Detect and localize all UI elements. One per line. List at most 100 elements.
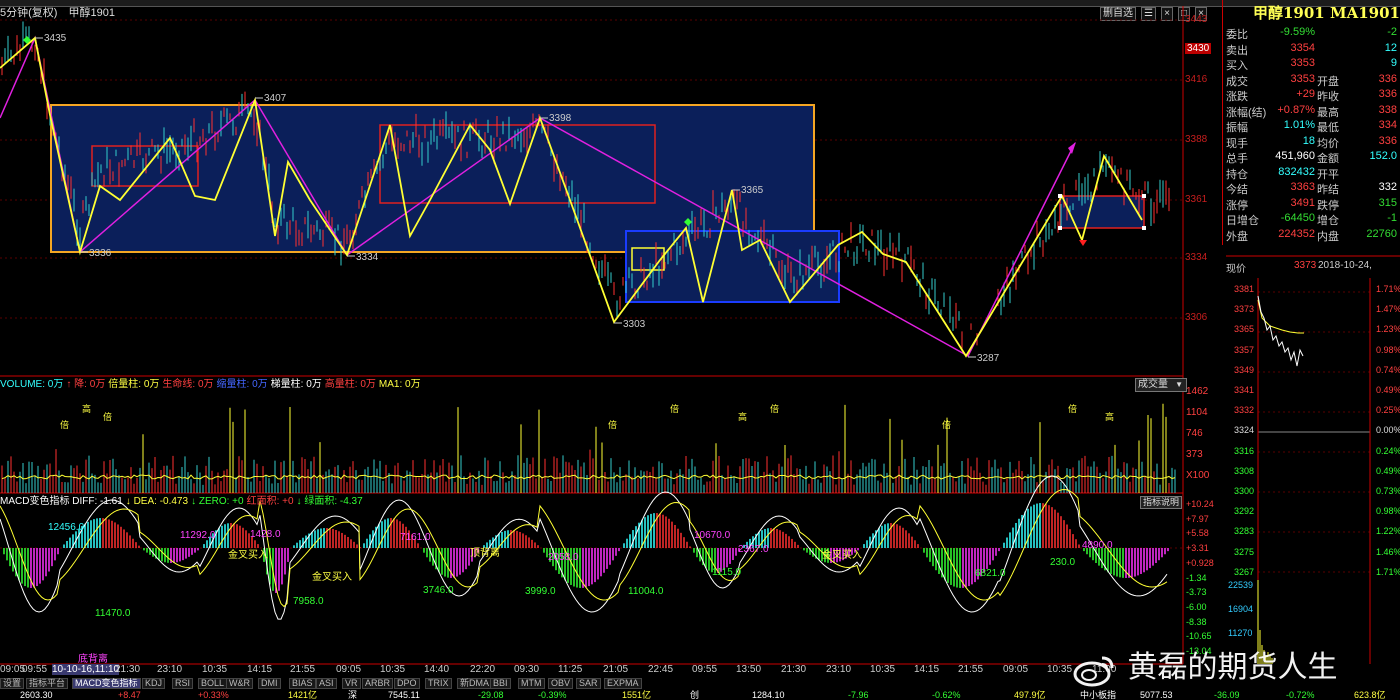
quote-value: 3353 bbox=[1290, 57, 1315, 69]
quote-label: 外盘 bbox=[1226, 230, 1248, 243]
time-tick: 21:55 bbox=[290, 664, 316, 675]
macd-label: 11470.0 bbox=[95, 608, 131, 619]
mini-percent-tick: 0.49% bbox=[1376, 465, 1400, 476]
volume-legend-item: ↑ 降: 0万 bbox=[66, 379, 106, 390]
tab-16[interactable]: MTM bbox=[518, 678, 545, 689]
current-price-value: 3373 bbox=[1294, 260, 1317, 271]
macd-tick: +0.928 bbox=[1186, 557, 1214, 568]
quote-label-2: 开盘 bbox=[1317, 75, 1339, 88]
tab-0[interactable]: 设置 bbox=[0, 678, 25, 689]
tab-17[interactable]: OBV bbox=[548, 678, 574, 689]
volume-legend-item: VOLUME: 0万 bbox=[0, 379, 64, 390]
price-tick: 3430 bbox=[1185, 43, 1212, 54]
status-item: 1551亿 bbox=[622, 690, 652, 700]
macd-label: 金叉买入 bbox=[312, 570, 352, 583]
time-tick: 21:30 bbox=[115, 664, 141, 675]
tab-5[interactable]: BOLL bbox=[198, 678, 228, 689]
quote-label-2: 开平 bbox=[1317, 168, 1339, 181]
macd-label: 7161.0 bbox=[400, 532, 431, 543]
indicator-help-button[interactable]: 指标说明 bbox=[1140, 496, 1183, 509]
price-tick: 3334 bbox=[1185, 252, 1208, 263]
tab-14[interactable]: 新DMA bbox=[457, 678, 492, 689]
tab-18[interactable]: SAR bbox=[576, 678, 601, 689]
quote-value-2: 22760 bbox=[1366, 227, 1397, 240]
tab-4[interactable]: RSI bbox=[172, 678, 194, 689]
quote-row: 今结 3363 昨结 332 bbox=[1223, 181, 1400, 196]
tab-1[interactable]: 指标平台 bbox=[26, 678, 69, 689]
mini-price-tick: 3292 bbox=[1234, 506, 1255, 517]
status-item: 1284.10 bbox=[752, 690, 785, 700]
time-tick: 13:50 bbox=[736, 664, 762, 675]
macd-legend-item: ↓ ZERO: +0 bbox=[191, 496, 244, 507]
anno-low-4: 3287 bbox=[977, 353, 1000, 364]
sell-arrow-icon bbox=[1079, 240, 1087, 246]
volume-bars bbox=[1, 403, 1176, 493]
tab-2[interactable]: MACD变色指标 bbox=[72, 678, 141, 689]
status-item: 5077.53 bbox=[1140, 690, 1173, 700]
macd-tick: +10.24 bbox=[1186, 499, 1214, 509]
tab-11[interactable]: ARBR bbox=[362, 678, 394, 689]
tab-6[interactable]: W&R bbox=[226, 678, 253, 689]
macd-label: 7958.0 bbox=[293, 596, 324, 607]
volume-legend-item: 倍量柱: 0万 bbox=[108, 379, 160, 390]
status-item: 497.9亿 bbox=[1014, 690, 1046, 700]
macd-label: 3746.0 bbox=[423, 585, 454, 596]
quote-label: 涨跌 bbox=[1226, 91, 1248, 103]
quote-value: -64450 bbox=[1280, 212, 1315, 224]
tab-12[interactable]: DPO bbox=[394, 678, 420, 689]
volume-legend-item: 缩量柱: 0万 bbox=[216, 379, 268, 390]
mini-price-tick: 3349 bbox=[1234, 364, 1255, 375]
anno-low-2: 3334 bbox=[356, 252, 379, 263]
tab-7[interactable]: DMI bbox=[258, 678, 281, 689]
mini-price-tick: 3357 bbox=[1234, 344, 1255, 355]
macd-label: 6821.0 bbox=[975, 568, 1006, 579]
quote-row: 涨幅(结) +0.87% 最高 338 bbox=[1223, 104, 1400, 119]
mini-price-tick: 3267 bbox=[1234, 566, 1255, 577]
volume-marks: 高倍倍倍高倍倍高倍倍 bbox=[60, 403, 1114, 430]
tab-9[interactable]: ASI bbox=[316, 678, 337, 689]
anno-high-4: 3365 bbox=[741, 185, 764, 196]
quote-value-2: 12 bbox=[1384, 41, 1397, 54]
macd-tick: +3.31 bbox=[1186, 543, 1209, 554]
anno-low-3: 3303 bbox=[623, 319, 646, 330]
mini-chart-header: 现价 3373 2018-10-24, bbox=[1226, 258, 1400, 275]
tab-10[interactable]: VR bbox=[342, 678, 361, 689]
tab-13[interactable]: TRIX bbox=[425, 678, 452, 689]
volume-mark: 倍 bbox=[770, 403, 779, 414]
volume-mark: 倍 bbox=[942, 419, 951, 430]
mini-percent-tick: 1.23% bbox=[1376, 324, 1400, 335]
weibo-logo-icon bbox=[1073, 656, 1114, 686]
macd-label: 2367.0 bbox=[738, 544, 769, 555]
mini-percent-tick: 1.71% bbox=[1376, 284, 1400, 294]
quote-label: 卖出 bbox=[1226, 44, 1248, 57]
anno-low-1: 3336 bbox=[89, 248, 112, 259]
tab-8[interactable]: BIAS bbox=[289, 678, 316, 689]
quote-value-2: 336 bbox=[1378, 88, 1397, 100]
tab-15[interactable]: BBI bbox=[490, 678, 511, 689]
mini-price-line bbox=[1257, 295, 1304, 367]
status-item: -36.09 bbox=[1214, 690, 1240, 700]
time-tick: 21:05 bbox=[603, 664, 629, 675]
quote-row: 委比 -9.59% -2 bbox=[1223, 26, 1400, 41]
macd-tick: -1.34 bbox=[1186, 572, 1207, 583]
quote-label: 现手 bbox=[1226, 137, 1248, 150]
macd-label: 金叉买入 bbox=[822, 548, 862, 561]
mini-price-tick: 3316 bbox=[1234, 445, 1255, 456]
tab-19[interactable]: EXPMA bbox=[604, 678, 642, 689]
macd-label: 1115.0 bbox=[712, 567, 742, 578]
macd-tick: -3.73 bbox=[1186, 587, 1207, 598]
quote-value: -9.59% bbox=[1280, 26, 1315, 38]
volume-indicator-select[interactable]: 成交量 ▼ bbox=[1135, 378, 1187, 392]
volume-tick: 1462 bbox=[1186, 386, 1209, 397]
volume-mark: 高 bbox=[82, 403, 91, 414]
mini-percent-tick: 1.46% bbox=[1376, 546, 1400, 557]
volume-legend-item: MA1: 0万 bbox=[378, 379, 421, 390]
time-tick: 09:30 bbox=[514, 664, 540, 675]
mini-percent-tick: 1.47% bbox=[1376, 304, 1400, 315]
mini-price-tick: 3341 bbox=[1234, 385, 1255, 395]
volume-legend-item: 生命线: 0万 bbox=[162, 379, 214, 390]
price-tick: 3361 bbox=[1185, 194, 1208, 205]
volume-mark: 倍 bbox=[608, 419, 617, 430]
mini-percent-tick: 0.98% bbox=[1376, 506, 1400, 517]
tab-3[interactable]: KDJ bbox=[142, 678, 166, 689]
